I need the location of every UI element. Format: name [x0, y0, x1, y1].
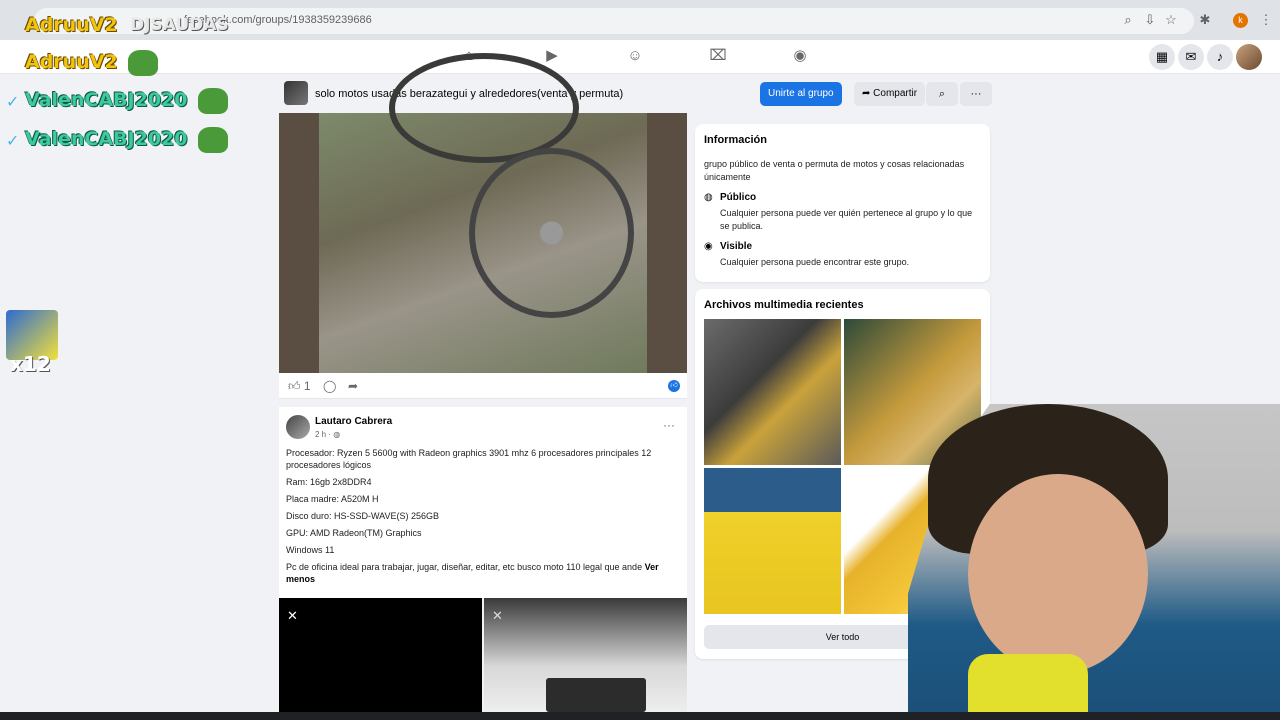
info-heading: Información [704, 134, 767, 146]
motorcycle-wheels-image [319, 53, 647, 373]
user-avatar[interactable] [1236, 44, 1262, 70]
post-media-grid: ✕ ✕ [279, 598, 687, 712]
group-info-card: Información grupo público de venta o per… [695, 124, 990, 282]
taskbar-strip [0, 712, 1280, 720]
extensions-icon[interactable]: ✱ [1197, 12, 1213, 28]
author-avatar[interactable] [286, 415, 310, 439]
zoom-icon[interactable]: ⌕ [1120, 12, 1136, 28]
post-author[interactable]: Lautaro Cabrera [315, 416, 392, 427]
share-post-icon[interactable]: ➦ [348, 379, 358, 393]
comment-icon[interactable]: ◯ [323, 379, 336, 393]
post-line: Windows 11 [286, 545, 335, 555]
install-icon[interactable]: ⇩ [1142, 12, 1158, 28]
post-actions-bar: 👍︎ 1 ◯ ➦ 👍︎ [279, 373, 687, 399]
pepe-emote-icon [128, 50, 158, 76]
overlay-username: ValenCABJ2020 [25, 128, 188, 150]
globe-icon: ◍ [704, 192, 713, 203]
post-line: Procesador: Ryzen 5 5600g with Radeon gr… [286, 448, 652, 470]
webcam-person-face [968, 474, 1148, 674]
post-line: GPU: AMD Radeon(TM) Graphics [286, 528, 422, 538]
overlay-caption: DJSAUDAS [130, 15, 229, 35]
public-title: Público [720, 192, 757, 203]
browser-profile-icon[interactable]: k [1233, 13, 1248, 28]
globe-icon: ◍ [333, 430, 341, 439]
pc-case-image [546, 678, 646, 712]
post-line: Placa madre: A520M H [286, 494, 379, 504]
post-options-icon[interactable]: ··· [663, 418, 675, 432]
join-group-button[interactable]: Unirte al grupo [760, 82, 842, 106]
post-media-video[interactable]: ✕ [279, 598, 482, 712]
share-button[interactable]: ➦ Compartir [854, 82, 926, 106]
media-heading: Archivos multimedia recientes [704, 299, 864, 311]
bookmark-star-icon[interactable]: ☆ [1163, 12, 1179, 28]
search-icon: ⌕ [938, 88, 946, 100]
post-line: Ram: 16gb 2x8DDR4 [286, 477, 372, 487]
close-icon[interactable]: ✕ [492, 608, 503, 624]
share-icon: ➦ [862, 88, 874, 99]
group-more-button[interactable]: ··· [960, 82, 992, 106]
rear-wheel [389, 53, 579, 163]
pepe-emote-icon [198, 127, 228, 153]
groups-icon[interactable]: ◉ [791, 47, 809, 65]
video-icon[interactable]: ▶ [543, 47, 561, 65]
overlay-username: AdruuV2 [25, 51, 118, 73]
front-wheel [469, 148, 634, 318]
browser-menu-icon[interactable]: ⋮ [1258, 12, 1274, 28]
eye-icon: ◉ [704, 241, 713, 252]
post-line: Disco duro: HS-SSD-WAVE(S) 256GB [286, 511, 440, 521]
verified-check-icon: ✓ [6, 131, 20, 150]
see-all-label: Ver todo [825, 632, 860, 642]
facebook-top-nav: ⌂ ▶ ☺ ⌧ ◉ ▦ ✉ ♪ [0, 40, 1280, 74]
like-count: 1 [303, 379, 311, 393]
post-media-photo[interactable]: ✕ [484, 598, 687, 712]
verified-check-icon: ✓ [6, 92, 20, 111]
webcam-overlay [908, 404, 1280, 720]
post-line-last: Pc de oficina ideal para trabajar, jugar… [286, 562, 659, 584]
visible-text: Cualquier persona puede encontrar este g… [720, 257, 910, 267]
like-button[interactable]: 👍︎ 1 [288, 379, 311, 394]
group-description: grupo público de venta o permuta de moto… [704, 159, 965, 182]
join-group-label: Unirte al grupo [768, 88, 834, 99]
group-search-button[interactable]: ⌕ [926, 82, 958, 106]
pepe-emote-icon [198, 88, 228, 114]
group-thumbnail[interactable] [284, 81, 308, 105]
close-icon[interactable]: ✕ [287, 608, 298, 624]
post-card: Lautaro Cabrera 2 h · ◍ ··· Procesador: … [279, 407, 687, 598]
webcam-person-shirt [968, 654, 1088, 720]
more-options-icon: ··· [970, 88, 982, 100]
overlay-username: AdruuV2 [25, 14, 118, 36]
public-text: Cualquier persona puede ver quién perten… [720, 208, 973, 231]
like-reaction-icon: 👍︎ [668, 380, 680, 392]
media-thumbnail[interactable] [704, 468, 841, 614]
friends-icon[interactable]: ☺ [626, 47, 644, 65]
apps-menu-icon[interactable]: ▦ [1149, 44, 1175, 70]
marketplace-icon[interactable]: ⌧ [709, 47, 727, 65]
visible-title: Visible [720, 241, 753, 252]
emote-multiplier: x12 [10, 352, 51, 376]
post-text: Procesador: Ryzen 5 5600g with Radeon gr… [286, 447, 666, 590]
post-photo[interactable] [279, 53, 687, 373]
messenger-icon[interactable]: ✉ [1178, 44, 1204, 70]
post-timestamp[interactable]: 2 h · ◍ [315, 430, 340, 439]
overlay-username: ValenCABJ2020 [25, 89, 188, 111]
share-label: Compartir [873, 88, 918, 99]
media-thumbnail[interactable] [704, 319, 841, 465]
notifications-bell-icon[interactable]: ♪ [1207, 44, 1233, 70]
